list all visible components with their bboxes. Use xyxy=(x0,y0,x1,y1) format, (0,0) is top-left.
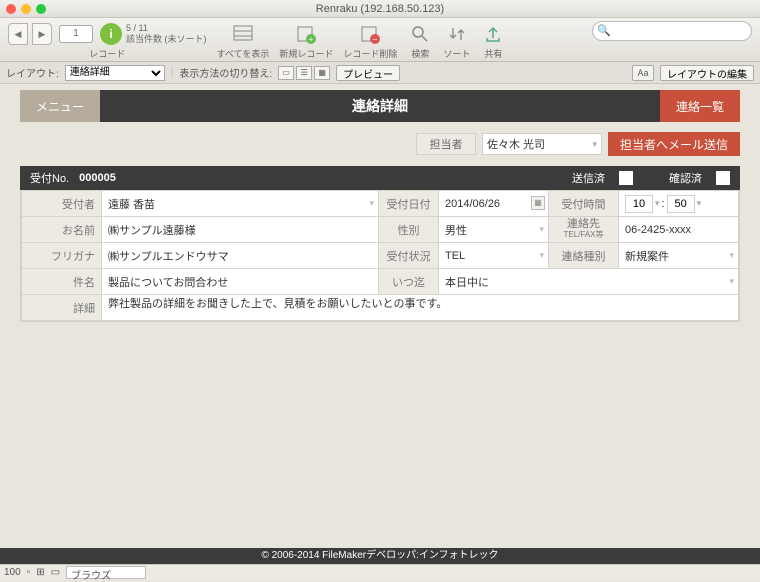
type-label: 連絡種別 xyxy=(549,243,619,269)
svg-text:+: + xyxy=(309,35,314,44)
quick-search: 🔍 xyxy=(592,21,752,41)
share-label: 共有 xyxy=(484,47,502,60)
record-label: レコード xyxy=(89,47,125,60)
assignee-row: 担当者 佐々木 光司 担当者へメール送信 xyxy=(20,132,740,156)
gender-label: 性別 xyxy=(379,217,439,243)
subject-label: 件名 xyxy=(22,269,102,295)
time-min-input[interactable] xyxy=(667,195,695,213)
record-info: 5 / 11 該当件数 (未ソート) xyxy=(126,23,207,45)
zoom-level[interactable]: 100 xyxy=(4,567,21,578)
svg-text:−: − xyxy=(373,35,378,44)
record-nav-group: ◀ ▶ 1 i 5 / 11 該当件数 (未ソート) レコード xyxy=(8,21,207,60)
info-icon[interactable]: i xyxy=(100,23,122,45)
format-bar: レイアウト: 連絡詳細 | 表示方法の切り替え: ▭ ☰ ▦ プレビュー Aa … xyxy=(0,62,760,84)
receipt-no: 000005 xyxy=(79,172,116,184)
share-icon[interactable] xyxy=(480,21,506,47)
status-bar: 100 ▫ ⊞ ▭ ブラウズ xyxy=(0,564,760,580)
quick-search-input[interactable] xyxy=(592,21,752,41)
type-field[interactable]: 新規案件 xyxy=(619,243,739,269)
sort-group[interactable]: ソート xyxy=(443,21,470,60)
layout-label: レイアウト: xyxy=(6,65,59,80)
format-aa-button[interactable]: Aa xyxy=(632,65,654,81)
receipt-no-label: 受付No. xyxy=(30,170,69,186)
date-field[interactable]: 2014/06/26▦ xyxy=(439,191,549,217)
time-hour-input[interactable] xyxy=(625,195,653,213)
record-number-field[interactable]: 1 xyxy=(59,25,93,43)
contact-field[interactable]: 06-2425-xxxx xyxy=(619,217,739,243)
show-all-group[interactable]: すべてを表示 xyxy=(217,21,270,60)
contact-list-button[interactable]: 連絡一覧 xyxy=(660,90,740,122)
contact-form: 受付者 遠藤 香苗 受付日付 2014/06/26▦ 受付時間 ▾ : ▾ お名… xyxy=(20,190,740,322)
delete-record-icon[interactable]: − xyxy=(357,21,383,47)
confirmed-checkbox[interactable] xyxy=(716,171,730,185)
zoom-in-icon[interactable]: ⊞ xyxy=(36,567,44,578)
delete-record-label: レコード削除 xyxy=(343,47,397,60)
record-status: 該当件数 (未ソート) xyxy=(126,34,207,45)
toolbar: ◀ ▶ 1 i 5 / 11 該当件数 (未ソート) レコード すべてを表示 +… xyxy=(0,18,760,62)
menu-button[interactable]: メニュー xyxy=(20,90,100,122)
new-record-label: 新規レコード xyxy=(279,47,333,60)
view-mode-buttons: ▭ ☰ ▦ xyxy=(278,66,330,80)
sent-label: 送信済 xyxy=(572,170,605,186)
detail-field[interactable]: 弊社製品の詳細をお聞きした上で、見積をお願いしたいとの事です。 xyxy=(102,295,739,321)
receipt-bar: 受付No. 000005 送信済 確認済 xyxy=(20,166,740,190)
name-label: お名前 xyxy=(22,217,102,243)
subject-field[interactable]: 製品についてお問合わせ xyxy=(102,269,379,295)
date-label: 受付日付 xyxy=(379,191,439,217)
receiver-label: 受付者 xyxy=(22,191,102,217)
new-record-group[interactable]: + 新規レコード xyxy=(279,21,333,60)
time-field[interactable]: ▾ : ▾ xyxy=(619,191,739,217)
new-record-icon[interactable]: + xyxy=(293,21,319,47)
when-field[interactable]: 本日中に xyxy=(439,269,739,295)
receiver-field[interactable]: 遠藤 香苗 xyxy=(102,191,379,217)
furigana-label: フリガナ xyxy=(22,243,102,269)
footer-copyright: © 2006-2014 FileMakerデベロッパ:インフォトレック xyxy=(0,548,760,564)
record-count: 5 / 11 xyxy=(126,23,207,34)
view-form-icon[interactable]: ▭ xyxy=(278,66,294,80)
preview-button[interactable]: プレビュー xyxy=(336,65,400,81)
assignee-select[interactable]: 佐々木 光司 xyxy=(482,133,602,155)
furigana-field[interactable]: ㈱サンプルエンドウサマ xyxy=(102,243,379,269)
status-field[interactable]: TEL xyxy=(439,243,549,269)
view-table-icon[interactable]: ▦ xyxy=(314,66,330,80)
sort-label: ソート xyxy=(443,47,470,60)
toolbar-toggle-icon[interactable]: ▭ xyxy=(51,567,60,578)
zoom-out-icon[interactable]: ▫ xyxy=(27,567,31,578)
view-list-icon[interactable]: ☰ xyxy=(296,66,312,80)
window-title: Renraku (192.168.50.123) xyxy=(0,3,760,15)
contact-label: 連絡先TEL/FAX等 xyxy=(549,217,619,243)
assignee-label: 担当者 xyxy=(416,133,476,155)
show-all-label: すべてを表示 xyxy=(217,47,270,60)
magnifier-icon: 🔍 xyxy=(597,24,611,37)
search-group[interactable]: 検索 xyxy=(407,21,433,60)
view-switch-label: 表示方法の切り替え: xyxy=(179,65,272,80)
titlebar: Renraku (192.168.50.123) xyxy=(0,0,760,18)
sort-icon[interactable] xyxy=(444,21,470,47)
when-label: いつ迄 xyxy=(379,269,439,295)
mode-select[interactable]: ブラウズ xyxy=(66,566,146,579)
edit-layout-button[interactable]: レイアウトの編集 xyxy=(660,65,754,81)
send-mail-button[interactable]: 担当者へメール送信 xyxy=(608,132,740,156)
assignee-value: 佐々木 光司 xyxy=(487,136,545,152)
page-title: 連絡詳細 xyxy=(100,90,660,122)
detail-label: 詳細 xyxy=(22,295,102,321)
status-label: 受付状況 xyxy=(379,243,439,269)
gender-field[interactable]: 男性 xyxy=(439,217,549,243)
show-all-icon[interactable] xyxy=(230,21,256,47)
prev-record-button[interactable]: ◀ xyxy=(8,23,28,45)
layout-select[interactable]: 連絡詳細 xyxy=(65,65,165,81)
time-label: 受付時間 xyxy=(549,191,619,217)
next-record-button[interactable]: ▶ xyxy=(32,23,52,45)
search-label: 検索 xyxy=(411,47,429,60)
page-header: メニュー 連絡詳細 連絡一覧 xyxy=(20,90,740,122)
calendar-icon[interactable]: ▦ xyxy=(531,196,545,210)
share-group[interactable]: 共有 xyxy=(480,21,506,60)
delete-record-group[interactable]: − レコード削除 xyxy=(343,21,397,60)
search-icon[interactable] xyxy=(407,21,433,47)
name-field[interactable]: ㈱サンプル遠藤様 xyxy=(102,217,379,243)
confirmed-label: 確認済 xyxy=(669,170,702,186)
sent-checkbox[interactable] xyxy=(619,171,633,185)
